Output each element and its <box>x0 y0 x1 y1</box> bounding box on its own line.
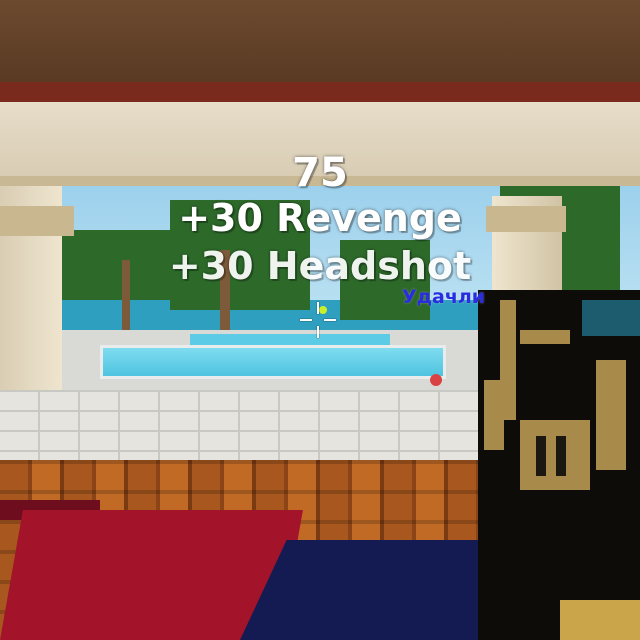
crosshair-left-tick <box>300 319 312 321</box>
weapon-gold-trim <box>520 330 570 344</box>
enemy-nickname: Удачли <box>402 286 486 308</box>
weapon-gold-trim <box>520 420 590 490</box>
ceiling <box>0 0 640 82</box>
weapon-gold-trim <box>596 360 626 470</box>
ceiling-trim <box>0 82 640 102</box>
revenge-bonus: +30 Revenge <box>178 196 462 240</box>
crosshair-icon <box>300 302 336 338</box>
kill-points: 75 <box>292 150 348 196</box>
crosshair-top-tick <box>317 302 319 314</box>
headshot-bonus: +30 Headshot <box>168 244 472 288</box>
weapon-yellow-panel <box>560 600 640 640</box>
weapon-scope-lens <box>582 300 640 336</box>
weapon-gold-trim <box>484 380 504 450</box>
swimming-pool <box>100 345 446 379</box>
crosshair-right-tick <box>324 319 336 321</box>
ball-object <box>430 374 442 386</box>
tile-floor <box>0 390 520 470</box>
crosshair-bottom-tick <box>317 326 319 338</box>
weapon-grip-detail <box>536 436 546 476</box>
weapon-grip-detail <box>556 436 566 476</box>
